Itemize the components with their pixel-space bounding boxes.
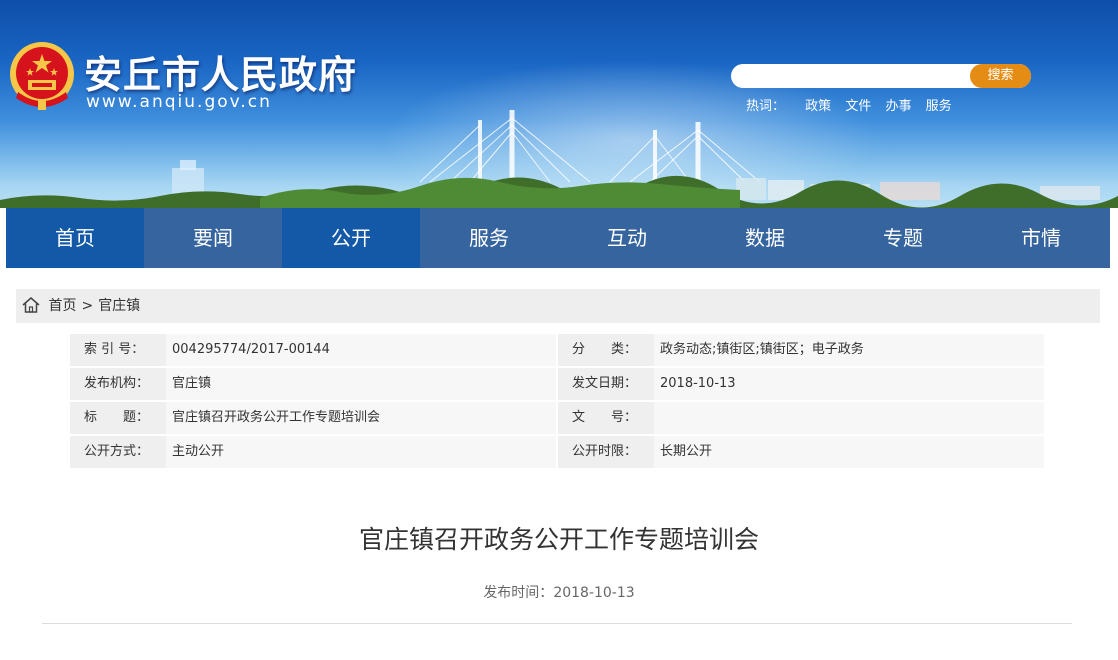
article-title: 官庄镇召开政务公开工作专题培训会 xyxy=(358,525,759,554)
nav-item-interaction[interactable]: 互动 xyxy=(558,208,696,268)
meta-row: 索 引 号： 004295774/2017-00144 分 类： 政务动态;镇街… xyxy=(70,334,1044,368)
hotwords-label: 热词： xyxy=(746,99,786,114)
meta-row: 标 题： 官庄镇召开政务公开工作专题培训会 文 号： xyxy=(70,402,1044,436)
breadcrumb: 首页 > 官庄镇 xyxy=(16,289,1100,323)
meta-value-disclosure-period: 长期公开 xyxy=(654,436,1044,468)
meta-value-issue-date: 2018-10-13 xyxy=(654,368,1044,400)
nav-item-news[interactable]: 要闻 xyxy=(144,208,282,268)
nav-item-home[interactable]: 首页 xyxy=(6,208,144,268)
meta-value-index: 004295774/2017-00144 xyxy=(166,334,556,366)
meta-label-disclosure-mode: 公开方式： xyxy=(70,436,166,468)
nav-item-service[interactable]: 服务 xyxy=(420,208,558,268)
meta-label-category: 分 类： xyxy=(558,334,654,366)
meta-label-disclosure-period: 公开时限： xyxy=(558,436,654,468)
meta-label-publisher: 发布机构： xyxy=(70,368,166,400)
nav-item-city-info[interactable]: 市情 xyxy=(972,208,1110,268)
meta-label-index: 索 引 号： xyxy=(70,334,166,366)
search-button[interactable]: 搜索 xyxy=(970,64,1031,88)
national-emblem-icon xyxy=(10,42,74,110)
hotword-link[interactable]: 文件 xyxy=(845,99,871,114)
home-icon xyxy=(22,297,40,313)
content-divider xyxy=(42,623,1072,624)
site-url: www.anqiu.gov.cn xyxy=(86,92,272,112)
publish-info: 发布时间：2018-10-13 xyxy=(0,582,1118,602)
hotwords-bar: 热词： 政策 文件 办事 服务 xyxy=(746,95,962,114)
breadcrumb-home[interactable]: 首页 xyxy=(48,298,76,314)
meta-value-category: 政务动态;镇街区;镇街区；电子政务 xyxy=(654,334,1044,366)
meta-row: 公开方式： 主动公开 公开时限： 长期公开 xyxy=(70,436,1044,470)
hotword-link[interactable]: 政策 xyxy=(805,99,831,114)
nav-item-public[interactable]: 公开 xyxy=(282,208,420,268)
document-meta-table: 索 引 号： 004295774/2017-00144 分 类： 政务动态;镇街… xyxy=(70,334,1044,470)
meta-row: 发布机构： 官庄镇 发文日期： 2018-10-13 xyxy=(70,368,1044,402)
search-input[interactable] xyxy=(741,66,963,86)
meta-label-issue-date: 发文日期： xyxy=(558,368,654,400)
meta-value-title: 官庄镇召开政务公开工作专题培训会 xyxy=(166,402,556,434)
meta-label-doc-number: 文 号： xyxy=(558,402,654,434)
nav-item-topics[interactable]: 专题 xyxy=(834,208,972,268)
nav-item-data[interactable]: 数据 xyxy=(696,208,834,268)
breadcrumb-current[interactable]: 官庄镇 xyxy=(98,298,140,314)
meta-value-publisher: 官庄镇 xyxy=(166,368,556,400)
meta-value-disclosure-mode: 主动公开 xyxy=(166,436,556,468)
breadcrumb-separator: > xyxy=(81,298,94,314)
hotword-link[interactable]: 服务 xyxy=(926,99,952,114)
header-banner: 安丘市人民政府 www.anqiu.gov.cn 搜索 热词： 政策 文件 办事… xyxy=(0,0,1118,208)
meta-label-title: 标 题： xyxy=(70,402,166,434)
site-title: 安丘市人民政府 xyxy=(84,52,358,97)
main-nav: 首页 要闻 公开 服务 互动 数据 专题 市情 xyxy=(6,208,1110,268)
publish-date: 2018-10-13 xyxy=(553,585,635,601)
meta-value-doc-number xyxy=(654,402,1044,434)
publish-label: 发布时间： xyxy=(483,585,554,601)
hotword-link[interactable]: 办事 xyxy=(885,99,911,114)
